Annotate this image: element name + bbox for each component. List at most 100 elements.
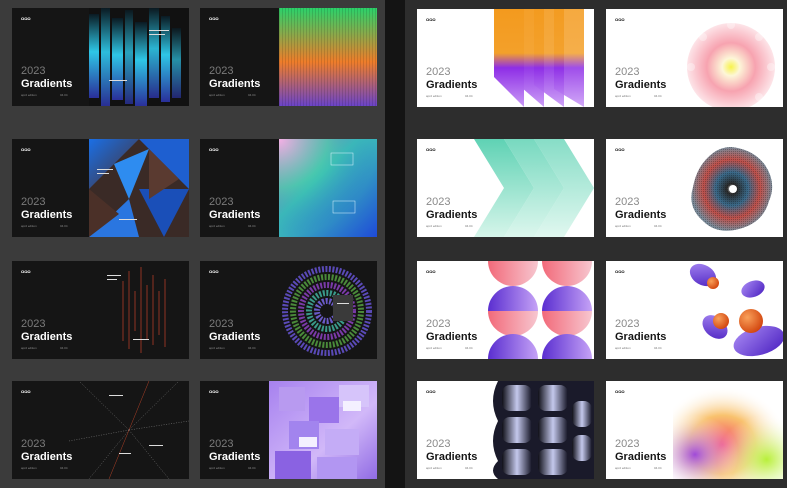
slide-artwork: [267, 261, 377, 359]
slide-artwork: [279, 139, 377, 237]
panel-divider: [385, 0, 405, 488]
slide-title: Gradients: [426, 331, 478, 343]
slide-artwork: [673, 139, 783, 237]
slide-thumbnail[interactable]: ΩΩΩ 2023 Gradients aprd edition 04.04: [200, 8, 377, 106]
brand-logo: ΩΩΩ: [209, 269, 219, 274]
slide-title: Gradients: [615, 209, 667, 221]
slide-date: 04.04: [248, 93, 256, 97]
brand-logo: ΩΩΩ: [209, 389, 219, 394]
slide-year: 2023: [615, 438, 640, 450]
slide-edition: aprd edition: [615, 466, 631, 470]
slide-edition: aprd edition: [209, 93, 225, 97]
slide-date: 04.04: [465, 94, 473, 98]
brand-logo: ΩΩΩ: [21, 389, 31, 394]
slide-artwork: [269, 381, 377, 479]
slide-edition: aprd edition: [426, 224, 442, 228]
slide-thumbnail[interactable]: ΩΩΩ 2023 Gradients aprd edition 04.04: [606, 261, 783, 359]
slide-artwork: [673, 9, 783, 107]
slide-title: Gradients: [426, 209, 478, 221]
slide-thumbnail[interactable]: ΩΩΩ 2023 Gradients aprd edition 04.04: [12, 8, 189, 106]
slide-date: 04.04: [465, 466, 473, 470]
slide-date: 04.04: [60, 224, 68, 228]
slide-title: Gradients: [21, 331, 73, 343]
slide-year: 2023: [615, 66, 640, 78]
slide-thumbnail[interactable]: ΩΩΩ 2023 Gradients aprd edition 04.04: [12, 261, 189, 359]
slide-title: Gradients: [615, 79, 667, 91]
slide-thumbnail[interactable]: ΩΩΩ 2023 Gradients aprd edition 04.04: [12, 139, 189, 237]
slide-artwork: [673, 261, 783, 359]
slide-artwork: [89, 261, 189, 359]
slide-edition: aprd edition: [21, 93, 37, 97]
slide-date: 04.04: [654, 94, 662, 98]
slide-date: 04.04: [654, 466, 662, 470]
slide-date: 04.04: [654, 224, 662, 228]
brand-logo: ΩΩΩ: [615, 17, 625, 22]
slide-thumbnail[interactable]: ΩΩΩ 2023 Gradients aprd edition 04.04: [606, 381, 783, 479]
slide-title: Gradients: [615, 451, 667, 463]
slide-edition: aprd edition: [209, 224, 225, 228]
slide-edition: aprd edition: [615, 94, 631, 98]
slide-date: 04.04: [60, 93, 68, 97]
brand-logo: ΩΩΩ: [615, 389, 625, 394]
slide-thumbnail[interactable]: ΩΩΩ 2023 Gradients aprd edition 04.04: [606, 9, 783, 107]
slide-title: Gradients: [615, 331, 667, 343]
slide-title: Gradients: [209, 209, 261, 221]
slide-date: 04.04: [465, 224, 473, 228]
slide-title: Gradients: [209, 451, 261, 463]
slide-edition: aprd edition: [426, 466, 442, 470]
slide-title: Gradients: [426, 79, 478, 91]
slide-thumbnail[interactable]: ΩΩΩ 2023 Gradients aprd edition 04.04: [606, 139, 783, 237]
slide-artwork: [484, 9, 594, 107]
slide-thumbnail[interactable]: ΩΩΩ 2023 Gradients aprd edition 04.04: [200, 261, 377, 359]
slide-thumbnail[interactable]: ΩΩΩ 2023 Gradients aprd edition 04.04: [417, 139, 594, 237]
slide-year: 2023: [209, 65, 234, 77]
slide-date: 04.04: [60, 346, 68, 350]
slide-year: 2023: [209, 438, 234, 450]
slide-date: 04.04: [248, 224, 256, 228]
slide-artwork: [488, 261, 594, 359]
slide-year: 2023: [615, 318, 640, 330]
slide-artwork: [69, 381, 189, 479]
slide-title: Gradients: [426, 451, 478, 463]
brand-logo: ΩΩΩ: [209, 16, 219, 21]
brand-logo: ΩΩΩ: [615, 147, 625, 152]
brand-logo: ΩΩΩ: [209, 147, 219, 152]
slide-thumbnail[interactable]: ΩΩΩ 2023 Gradients aprd edition 04.04: [200, 139, 377, 237]
slide-artwork: [89, 8, 189, 106]
slide-edition: aprd edition: [21, 224, 37, 228]
slide-thumbnail[interactable]: ΩΩΩ 2023 Gradients aprd edition 04.04: [417, 381, 594, 479]
slide-edition: aprd edition: [615, 224, 631, 228]
slide-year: 2023: [209, 318, 234, 330]
brand-logo: ΩΩΩ: [426, 389, 436, 394]
slide-date: 04.04: [60, 466, 68, 470]
slide-thumbnail[interactable]: ΩΩΩ 2023 Gradients aprd edition 04.04: [417, 9, 594, 107]
slide-artwork: [89, 139, 189, 237]
slide-thumbnail[interactable]: ΩΩΩ 2023 Gradients aprd edition 04.04: [12, 381, 189, 479]
slide-edition: aprd edition: [21, 466, 37, 470]
brand-logo: ΩΩΩ: [426, 17, 436, 22]
slide-thumbnail[interactable]: ΩΩΩ 2023 Gradients aprd edition 04.04: [417, 261, 594, 359]
brand-logo: ΩΩΩ: [426, 147, 436, 152]
slide-artwork: [474, 139, 594, 237]
slide-edition: aprd edition: [426, 94, 442, 98]
slide-year: 2023: [426, 196, 451, 208]
slide-year: 2023: [21, 438, 46, 450]
slide-edition: aprd edition: [209, 346, 225, 350]
slide-artwork: [673, 381, 783, 479]
slide-title: Gradients: [21, 451, 73, 463]
slide-edition: aprd edition: [21, 346, 37, 350]
slide-artwork: [279, 8, 377, 106]
slide-title: Gradients: [209, 78, 261, 90]
slide-title: Gradients: [21, 78, 73, 90]
slide-edition: aprd edition: [615, 346, 631, 350]
brand-logo: ΩΩΩ: [21, 269, 31, 274]
slide-year: 2023: [21, 196, 46, 208]
slide-title: Gradients: [21, 209, 73, 221]
slide-date: 04.04: [654, 346, 662, 350]
slide-year: 2023: [209, 196, 234, 208]
slide-year: 2023: [426, 438, 451, 450]
slide-year: 2023: [426, 66, 451, 78]
slide-thumbnail[interactable]: ΩΩΩ 2023 Gradients aprd edition 04.04: [200, 381, 377, 479]
brand-logo: ΩΩΩ: [21, 147, 31, 152]
slide-edition: aprd edition: [426, 346, 442, 350]
